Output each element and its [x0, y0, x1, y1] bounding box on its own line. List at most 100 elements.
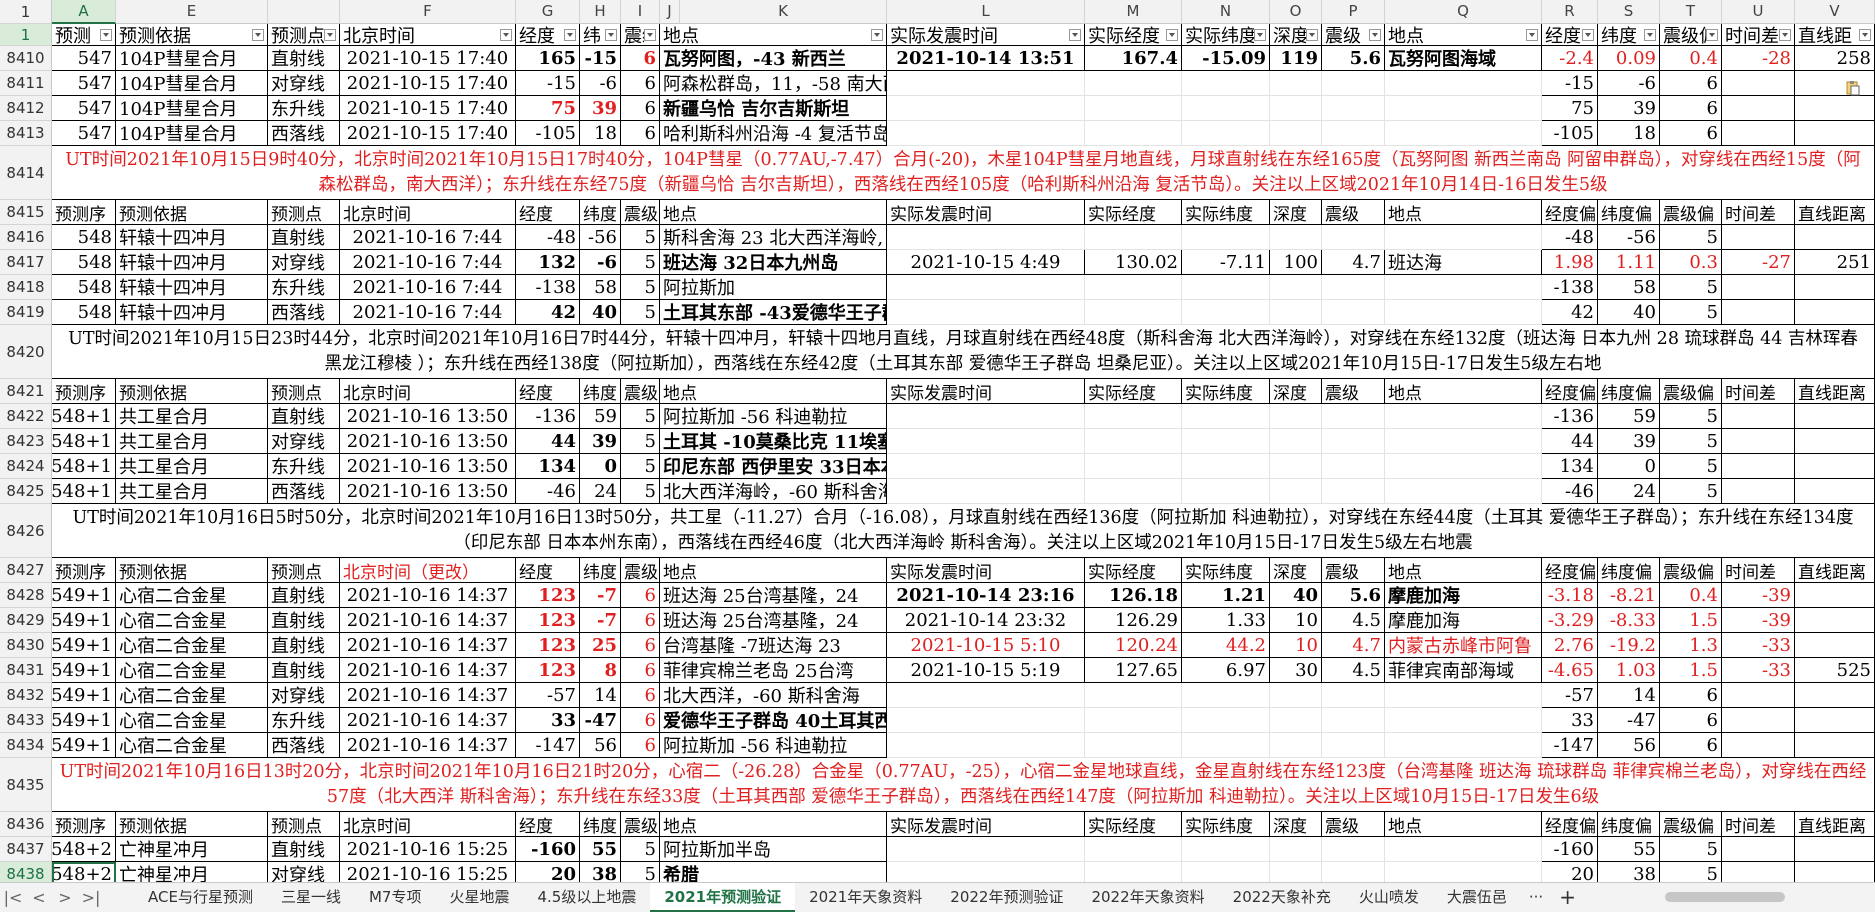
cell[interactable] [1182, 733, 1270, 758]
cell[interactable]: 时间差 [1722, 379, 1795, 404]
cell[interactable]: 525 [1795, 658, 1875, 683]
cell[interactable] [1795, 71, 1875, 96]
cell[interactable]: 4.7 [1322, 633, 1385, 658]
cell[interactable]: 共工星合月 [116, 429, 268, 454]
cell[interactable] [1322, 71, 1385, 96]
cell[interactable]: 2021-10-16 14:37 [340, 733, 516, 758]
cell[interactable]: 摩鹿加海 [1385, 608, 1542, 633]
sheet-tab[interactable]: 2022年天象资料 [1077, 883, 1218, 912]
cell[interactable]: 北京时间（更改） [340, 558, 516, 583]
cell[interactable] [887, 708, 1085, 733]
cell[interactable]: 5.6 [1322, 46, 1385, 71]
cell[interactable]: 深度 [1270, 379, 1322, 404]
cell[interactable]: 纬度 [580, 812, 621, 837]
cell[interactable]: 548+2 [52, 862, 116, 882]
cell[interactable] [1270, 96, 1322, 121]
cell[interactable] [1270, 225, 1322, 250]
cell[interactable] [1085, 225, 1182, 250]
cell[interactable] [1385, 96, 1542, 121]
header-cell[interactable]: 直线距 [1795, 24, 1875, 46]
cell[interactable]: 震级 [1322, 558, 1385, 583]
cell[interactable] [1385, 71, 1542, 96]
cell[interactable]: 1.5 [1660, 608, 1722, 633]
row-header-8430[interactable]: 8430 [0, 633, 52, 658]
cell[interactable] [1795, 404, 1875, 429]
cell[interactable]: 地点 [1385, 379, 1542, 404]
cell[interactable]: 经度偏 [1542, 812, 1598, 837]
cell[interactable] [887, 300, 1085, 325]
cell[interactable] [1270, 837, 1322, 862]
row-header-8434[interactable]: 8434 [0, 733, 52, 758]
cell[interactable] [887, 71, 1085, 96]
cell[interactable] [1270, 275, 1322, 300]
cell[interactable]: 2021-10-15 5:10 [887, 633, 1085, 658]
cell[interactable]: 42 [1542, 300, 1598, 325]
cell[interactable]: 实际经度 [1085, 379, 1182, 404]
cell[interactable]: 1.11 [1598, 250, 1660, 275]
cell[interactable]: 5 [621, 837, 660, 862]
cell[interactable]: 阿拉斯加半岛 [660, 837, 887, 862]
cell[interactable]: 深度 [1270, 812, 1322, 837]
cell[interactable]: 130.02 [1085, 250, 1182, 275]
cell[interactable] [1322, 121, 1385, 146]
cell[interactable]: 6.97 [1182, 658, 1270, 683]
cell[interactable]: 6 [1660, 121, 1722, 146]
cell[interactable] [1270, 733, 1322, 758]
cell[interactable]: 预测点 [268, 812, 340, 837]
cell[interactable]: 希腊 [660, 862, 887, 882]
sheet-tab[interactable]: ACE与行星预测 [134, 883, 267, 912]
cell[interactable]: 摩鹿加海 [1385, 583, 1542, 608]
cell[interactable]: 5 [1660, 300, 1722, 325]
column-header[interactable]: G [516, 0, 580, 24]
row-header-8412[interactable]: 8412 [0, 96, 52, 121]
cell[interactable]: 5 [1660, 225, 1722, 250]
column-header[interactable]: R [1542, 0, 1598, 24]
cell[interactable]: 震级偏 [1660, 379, 1722, 404]
cell[interactable] [1270, 404, 1322, 429]
cell[interactable] [1722, 121, 1795, 146]
header-cell[interactable]: 经度 [516, 24, 580, 46]
row-header-8411[interactable]: 8411 [0, 71, 52, 96]
cell[interactable] [887, 96, 1085, 121]
cell[interactable] [1385, 708, 1542, 733]
cell[interactable]: 2021-10-16 7:44 [340, 250, 516, 275]
first-sheet-button[interactable]: |< [0, 888, 26, 907]
cell[interactable]: 30 [1270, 658, 1322, 683]
cell[interactable]: 菲律宾棉兰老岛 25台湾 [660, 658, 887, 683]
cell[interactable]: 阿拉斯加 -56 科迪勒拉 [660, 404, 887, 429]
header-cell[interactable]: 震级 [1322, 24, 1385, 46]
cell[interactable] [1322, 454, 1385, 479]
cell[interactable]: 100 [1270, 250, 1322, 275]
cell[interactable] [1795, 479, 1875, 504]
cell[interactable]: 震级 [1322, 200, 1385, 225]
row-header-8438[interactable]: 8438 [0, 862, 52, 882]
cell[interactable]: 104P彗星合月 [116, 71, 268, 96]
cell[interactable]: 土耳其东部 -43爱德华王子群岛 -7 坦桑尼亚 [660, 300, 887, 325]
sheet-tab[interactable]: M7专项 [355, 883, 436, 912]
cell[interactable]: 实际纬度 [1182, 558, 1270, 583]
column-header[interactable]: M [1085, 0, 1182, 24]
cell[interactable] [1795, 733, 1875, 758]
cell[interactable]: 实际纬度 [1182, 379, 1270, 404]
cell[interactable]: 深度 [1270, 200, 1322, 225]
cell[interactable] [1385, 479, 1542, 504]
cell[interactable]: 心宿二合金星 [116, 733, 268, 758]
cell[interactable] [1722, 862, 1795, 882]
cell[interactable]: 预测点 [268, 558, 340, 583]
cell[interactable] [1722, 733, 1795, 758]
cell[interactable]: 对穿线 [268, 683, 340, 708]
cell[interactable]: 549+1 [52, 708, 116, 733]
cell[interactable]: 2021-10-14 23:32 [887, 608, 1085, 633]
cell[interactable]: 5 [1660, 404, 1722, 429]
cell[interactable] [1795, 862, 1875, 882]
cell[interactable]: -105 [516, 121, 580, 146]
cell[interactable] [1085, 121, 1182, 146]
cell[interactable]: 6 [621, 583, 660, 608]
cell[interactable] [1182, 708, 1270, 733]
cell[interactable]: 心宿二合金星 [116, 608, 268, 633]
cell[interactable]: 547 [52, 71, 116, 96]
filter-dropdown-icon[interactable] [564, 28, 576, 41]
filter-dropdown-icon[interactable] [500, 28, 512, 41]
cell[interactable]: 经度偏 [1542, 379, 1598, 404]
row-header-8413[interactable]: 8413 [0, 121, 52, 146]
